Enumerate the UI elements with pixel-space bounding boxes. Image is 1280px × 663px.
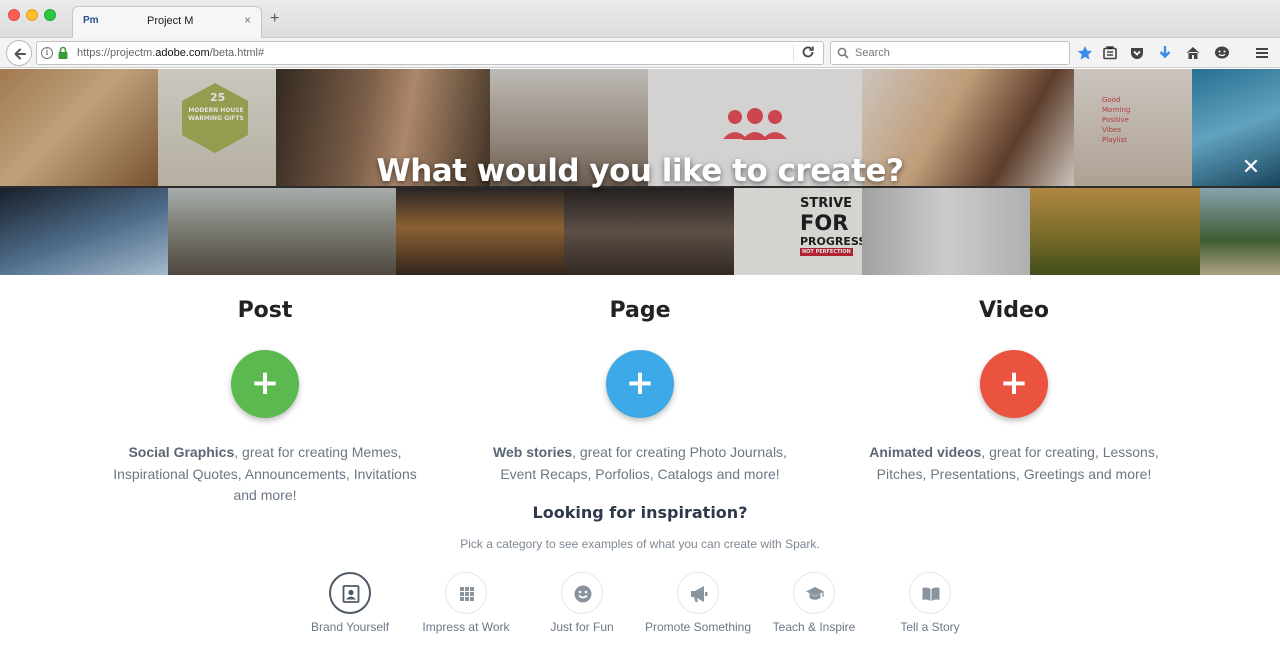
category-circle[interactable] xyxy=(445,572,487,614)
address-bar[interactable]: i https://projectm.adobe.com/beta.html# xyxy=(36,41,824,65)
hero-title: What would you like to create? xyxy=(376,153,904,189)
tab-close-icon[interactable]: × xyxy=(244,13,251,27)
chat-icon[interactable] xyxy=(1214,45,1230,61)
plus-icon: + xyxy=(250,363,280,403)
search-bar[interactable]: Search xyxy=(830,41,1070,65)
info-icon[interactable]: i xyxy=(41,47,53,59)
video-option: Video + Animated videos, great for creat… xyxy=(854,296,1174,482)
url-text[interactable]: https://projectm.adobe.com/beta.html# xyxy=(77,47,264,59)
pocket-icon[interactable] xyxy=(1129,45,1145,61)
post-title: Post xyxy=(237,298,293,323)
hero-banner: 25 MODERN HOUSE WARMING GIFTS Good Morni… xyxy=(0,69,1280,275)
category-label: Just for Fun xyxy=(550,620,614,634)
category-label: Teach & Inspire xyxy=(772,620,856,634)
zoom-window-button[interactable] xyxy=(44,9,56,21)
category-label: Brand Yourself xyxy=(310,620,390,634)
bookmark-star-icon[interactable] xyxy=(1077,45,1093,61)
category-circle[interactable] xyxy=(677,572,719,614)
create-video-button[interactable]: + xyxy=(980,350,1048,418)
browser-titlebar: Pm Project M × + xyxy=(0,0,1280,38)
create-page-button[interactable]: + xyxy=(606,350,674,418)
category-label: Tell a Story xyxy=(900,620,960,634)
category-circle[interactable] xyxy=(909,572,951,614)
category-label: Impress at Work xyxy=(422,620,510,634)
category-circle[interactable] xyxy=(561,572,603,614)
home-icon[interactable] xyxy=(1185,45,1201,61)
video-title: Video xyxy=(979,298,1049,323)
graduation-cap-icon xyxy=(806,587,824,600)
inspiration-title: Looking for inspiration? xyxy=(532,503,748,522)
book-icon xyxy=(922,587,940,601)
download-icon[interactable] xyxy=(1157,45,1173,61)
lock-icon xyxy=(58,46,68,59)
inspiration-subtitle: Pick a category to see examples of what … xyxy=(460,537,820,551)
smiley-icon xyxy=(574,585,592,603)
building-icon xyxy=(460,587,474,601)
close-window-button[interactable] xyxy=(8,9,20,21)
category-circle[interactable] xyxy=(793,572,835,614)
page-description: Web stories, great for creating Photo Jo… xyxy=(493,444,787,482)
browser-tab[interactable]: Pm Project M × xyxy=(72,6,262,38)
search-icon xyxy=(837,47,849,59)
plus-icon: + xyxy=(625,363,655,403)
category-circle[interactable] xyxy=(329,572,371,614)
browser-navbar: i https://projectm.adobe.com/beta.html# … xyxy=(0,38,1280,68)
reading-list-icon[interactable] xyxy=(1102,45,1118,61)
favicon-icon: Pm xyxy=(83,15,99,26)
tab-title: Project M xyxy=(147,15,194,27)
back-button[interactable] xyxy=(6,40,32,66)
video-description: Animated videos, great for creating, Les… xyxy=(869,444,1159,482)
page-option: Page + Web stories, great for creating P… xyxy=(480,296,800,482)
megaphone-icon xyxy=(691,586,708,602)
new-tab-button[interactable]: + xyxy=(270,11,279,27)
url-divider xyxy=(793,45,794,61)
create-post-button[interactable]: + xyxy=(231,350,299,418)
post-option: Post + Social Graphics, great for creati… xyxy=(105,296,425,503)
page-title: Page xyxy=(609,298,671,323)
minimize-window-button[interactable] xyxy=(26,9,38,21)
portrait-icon xyxy=(342,585,360,603)
close-icon[interactable]: ✕ xyxy=(1238,155,1264,181)
post-description: Social Graphics, great for creating Meme… xyxy=(113,444,417,503)
menu-icon[interactable] xyxy=(1254,45,1270,61)
plus-icon: + xyxy=(999,363,1029,403)
category-label: Promote Something xyxy=(644,620,752,634)
search-input[interactable]: Search xyxy=(855,47,890,59)
back-icon xyxy=(14,48,26,60)
reload-icon[interactable] xyxy=(801,45,815,62)
